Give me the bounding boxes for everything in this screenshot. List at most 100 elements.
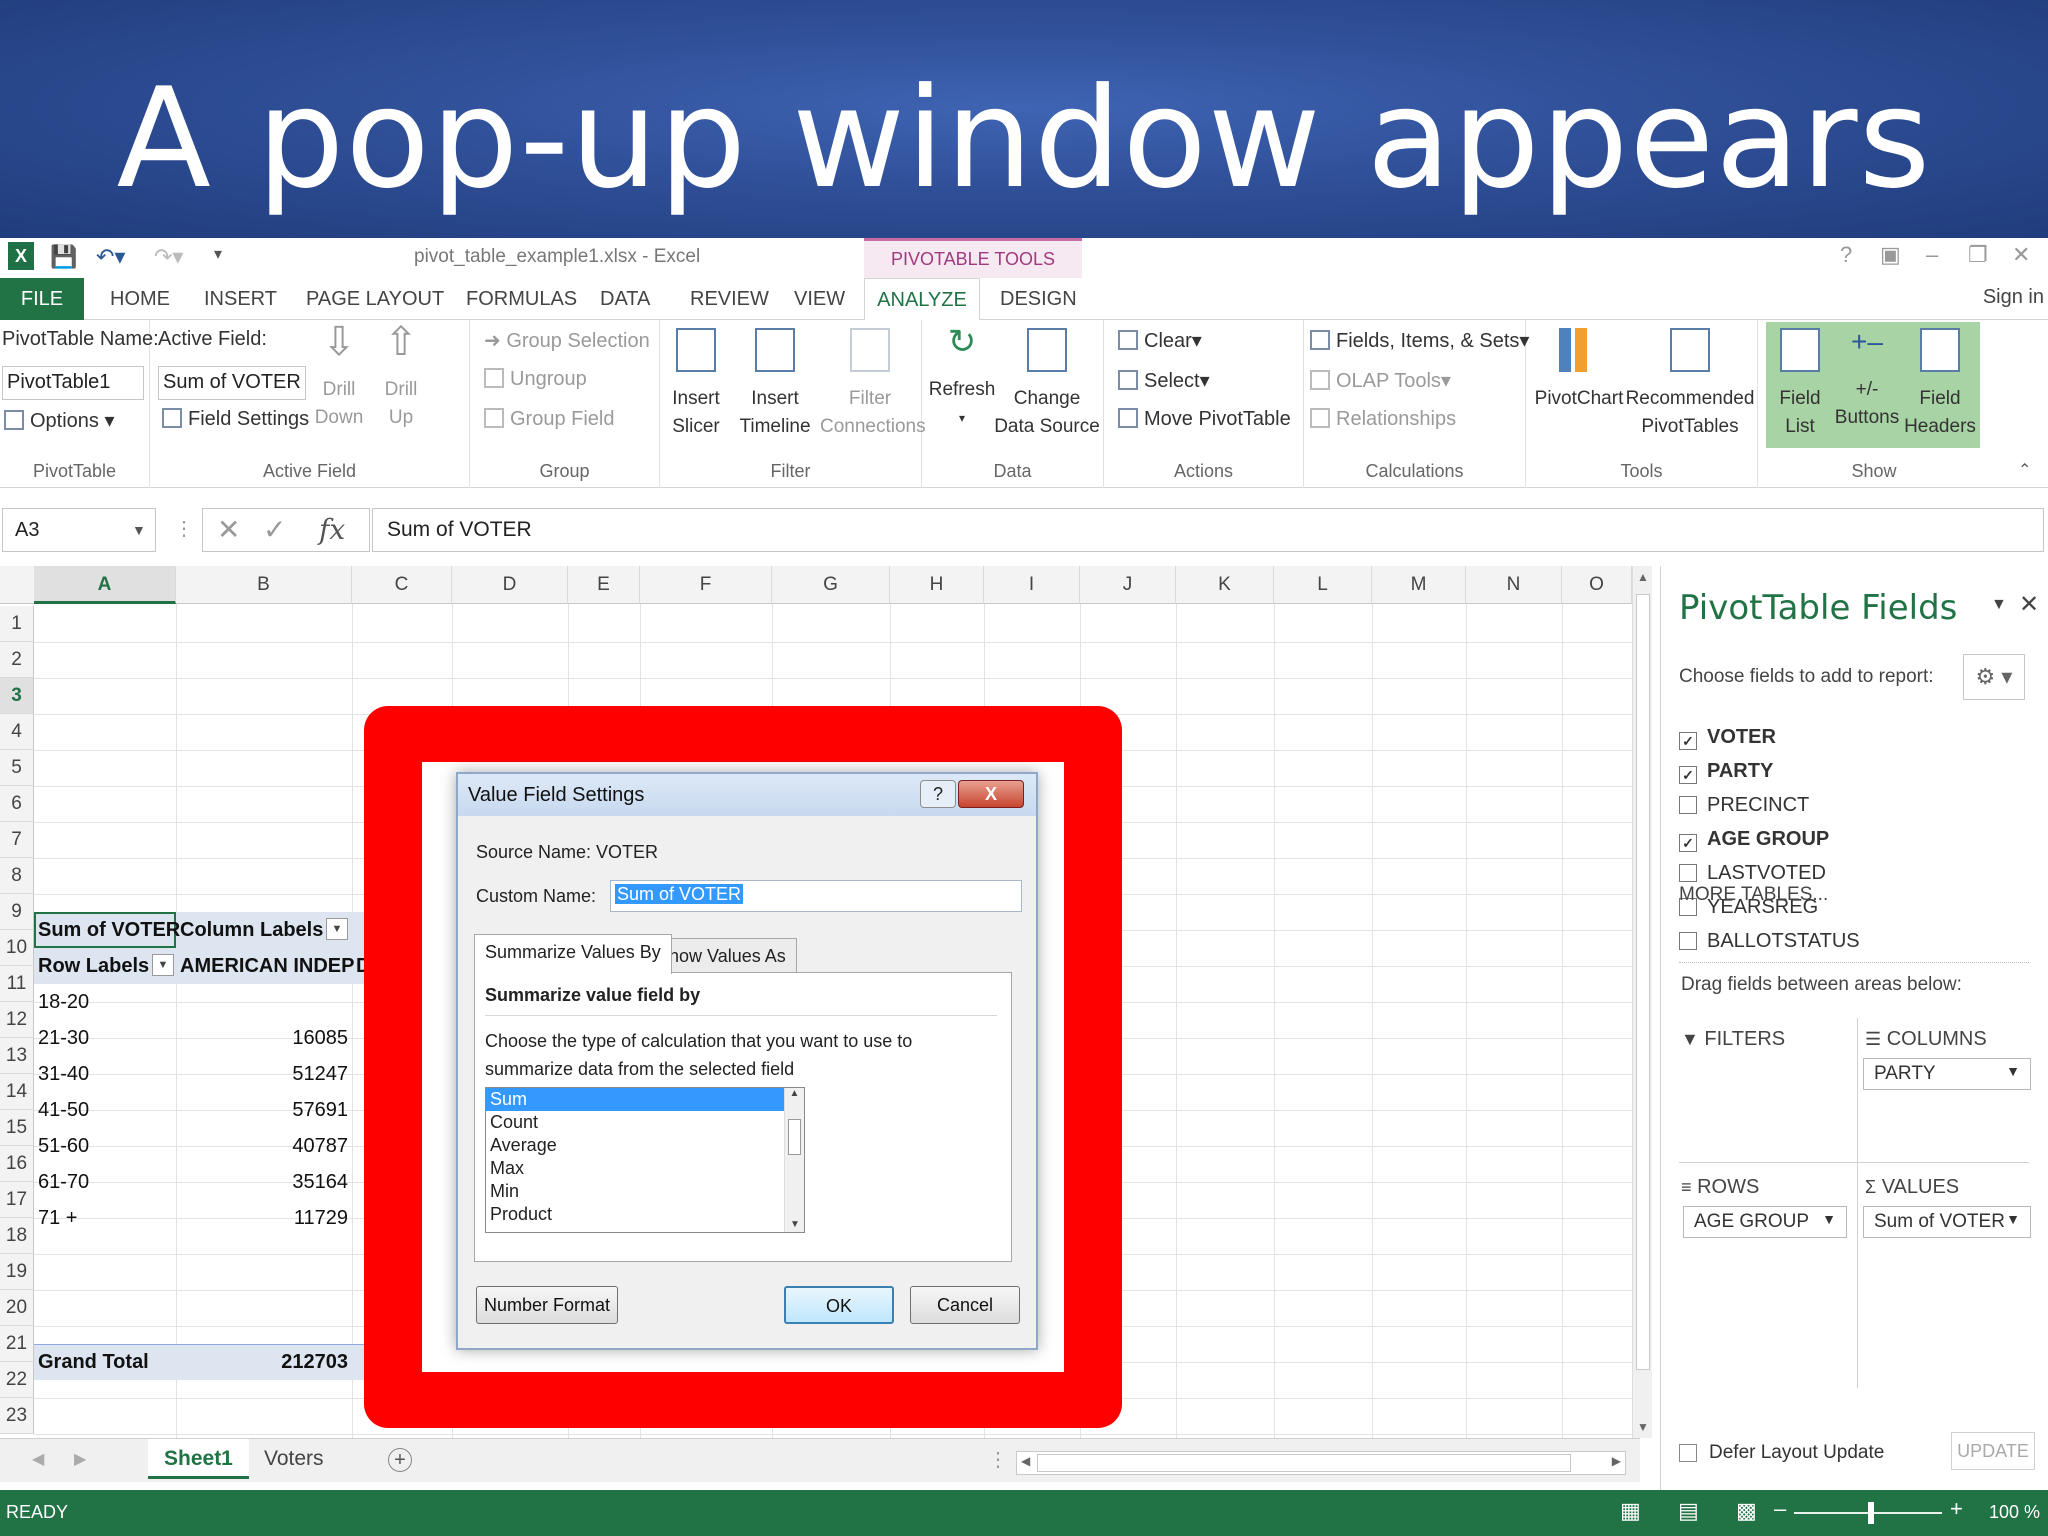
number-format-button[interactable]: Number Format [476,1286,618,1324]
tab-file[interactable]: FILE [0,278,84,320]
group-field-button[interactable]: Group Field [484,408,615,431]
column-header-d[interactable]: D [452,566,568,604]
column-header-l[interactable]: L [1274,566,1372,604]
values-chip-sum-of-voter[interactable]: Sum of VOTER ▼ [1863,1206,2031,1238]
row-header-20[interactable]: 20 [0,1290,34,1326]
grand-total-value[interactable]: 212703 [180,1344,348,1380]
calculation-option[interactable]: Sum [486,1088,804,1111]
tab-analyze[interactable]: ANALYZE [864,278,980,320]
row-header-12[interactable]: 12 [0,1002,34,1038]
dialog-close-icon[interactable]: X [958,780,1024,808]
pivot-value-b[interactable]: 16085 [180,1020,348,1056]
prev-sheet-icon[interactable]: ◀ [32,1449,44,1469]
scroll-right-icon[interactable]: ▶ [1612,1454,1621,1468]
grand-total-label[interactable]: Grand Total [38,1344,149,1380]
listbox-scrollbar[interactable]: ▲ ▼ [784,1088,804,1232]
column-header-o[interactable]: O [1562,566,1632,604]
tab-summarize-values-by[interactable]: Summarize Values By [474,934,672,974]
field-item[interactable]: ✓ AGE GROUP [1679,828,1829,852]
custom-name-input[interactable]: Sum of VOTER [610,880,1022,912]
row-header-15[interactable]: 15 [0,1110,34,1146]
tab-data[interactable]: DATA [590,278,660,320]
row-header-16[interactable]: 16 [0,1146,34,1182]
field-item[interactable]: ✓ VOTER [1679,726,1776,750]
column-header-n[interactable]: N [1466,566,1562,604]
pivot-row-labels[interactable]: Row Labels [38,948,149,984]
row-header-1[interactable]: 1 [0,606,34,642]
formula-input[interactable]: Sum of VOTER [372,508,2044,552]
dialog-title-bar[interactable]: Value Field Settings ? X [458,774,1036,816]
select-button[interactable]: Select▾ [1118,368,1210,393]
more-tables-link[interactable]: MORE TABLES... [1679,884,1828,906]
pivot-value-b[interactable]: 40787 [180,1128,348,1164]
customize-qat-icon[interactable]: ▾ [214,244,222,272]
undo-icon[interactable]: ↶▾ [96,244,125,272]
minimize-icon[interactable]: – [1926,242,1938,268]
row-header-3[interactable]: 3 [0,678,34,714]
chip-dropdown-icon[interactable]: ▼ [1822,1211,1836,1227]
vertical-scroll-thumb[interactable] [1636,594,1650,1370]
dialog-help-icon[interactable]: ? [920,780,956,808]
next-sheet-icon[interactable]: ▶ [74,1449,86,1469]
tab-design[interactable]: DESIGN [990,278,1087,320]
field-item[interactable]: ✓ PARTY [1679,760,1773,784]
pivot-value-b[interactable]: 11729 [180,1200,348,1236]
field-headers-button[interactable]: Field Headers [1904,328,1976,441]
row-header-6[interactable]: 6 [0,786,34,822]
insert-slicer-button[interactable]: Insert Slicer [666,328,726,441]
clear-button[interactable]: Clear▾ [1118,328,1202,353]
checkbox-icon[interactable] [1679,796,1697,814]
rows-chip-age-group[interactable]: AGE GROUP ▼ [1683,1206,1847,1238]
pivot-value-b[interactable] [180,984,348,1020]
collapse-ribbon-icon[interactable]: ⌃ [2018,460,2031,480]
horizontal-scrollbar[interactable]: ◀ ▶ [1016,1451,1626,1475]
options-button[interactable]: Options ▾ [4,408,115,433]
tab-formulas[interactable]: FORMULAS [456,278,587,320]
move-pivottable-button[interactable]: Move PivotTable [1118,408,1291,431]
ungroup-button[interactable]: Ungroup [484,368,587,391]
row-header-19[interactable]: 19 [0,1254,34,1290]
cancel-entry-icon[interactable]: ✕ [217,513,240,546]
checkbox-checked-icon[interactable]: ✓ [1679,766,1697,784]
zoom-level[interactable]: 100 % [1989,1502,2040,1523]
pivot-value-b[interactable]: 51247 [180,1056,348,1092]
pivot-column-labels[interactable]: Column Labels [180,912,323,948]
drill-up-button[interactable]: ⇧ Drill Up [376,322,426,432]
row-header-18[interactable]: 18 [0,1218,34,1254]
page-layout-view-icon[interactable]: ▤ [1678,1498,1699,1524]
listbox-scroll-thumb[interactable] [788,1119,801,1155]
tab-view[interactable]: VIEW [784,278,855,320]
pivot-row-label[interactable]: 18-20 [38,984,168,1020]
redo-icon[interactable]: ↷▾ [154,244,183,272]
gear-icon[interactable]: ⚙ ▾ [1963,654,2025,700]
scroll-up-icon[interactable]: ▲ [785,1088,804,1099]
pane-close-icon[interactable]: ✕ [2019,590,2039,619]
column-header-j[interactable]: J [1080,566,1176,604]
row-header-7[interactable]: 7 [0,822,34,858]
row-header-22[interactable]: 22 [0,1362,34,1398]
relationships-button[interactable]: Relationships [1310,408,1456,431]
columns-chip-party[interactable]: PARTY ▼ [1863,1058,2031,1090]
calculation-option[interactable]: Min [486,1180,804,1203]
column-header-h[interactable]: H [890,566,984,604]
plus-minus-buttons-button[interactable]: +– +/- Buttons [1830,328,1904,432]
insert-timeline-button[interactable]: Insert Timeline [732,328,818,441]
scroll-up-icon[interactable]: ▲ [1637,570,1649,584]
normal-view-icon[interactable]: ▦ [1620,1498,1641,1524]
checkbox-checked-icon[interactable]: ✓ [1679,834,1697,852]
add-sheet-icon[interactable]: + [388,1448,412,1472]
field-list-button[interactable]: Field List [1770,328,1830,441]
field-item[interactable]: LASTVOTED [1679,862,1826,885]
row-header-21[interactable]: 21 [0,1326,34,1362]
row-header-13[interactable]: 13 [0,1038,34,1074]
column-header-c[interactable]: C [352,566,452,604]
filter-connections-button[interactable]: Filter Connections [820,328,926,441]
pivot-sum-label[interactable]: Sum of VOTER [38,912,180,948]
save-icon[interactable]: 💾 [50,244,77,272]
pivot-value-b[interactable]: 35164 [180,1164,348,1200]
group-selection-button[interactable]: ➜ Group Selection [484,328,650,353]
row-header-2[interactable]: 2 [0,642,34,678]
field-item[interactable]: PRECINCT [1679,794,1809,817]
page-break-view-icon[interactable]: ▩ [1736,1498,1757,1524]
row-header-10[interactable]: 10 [0,930,34,966]
